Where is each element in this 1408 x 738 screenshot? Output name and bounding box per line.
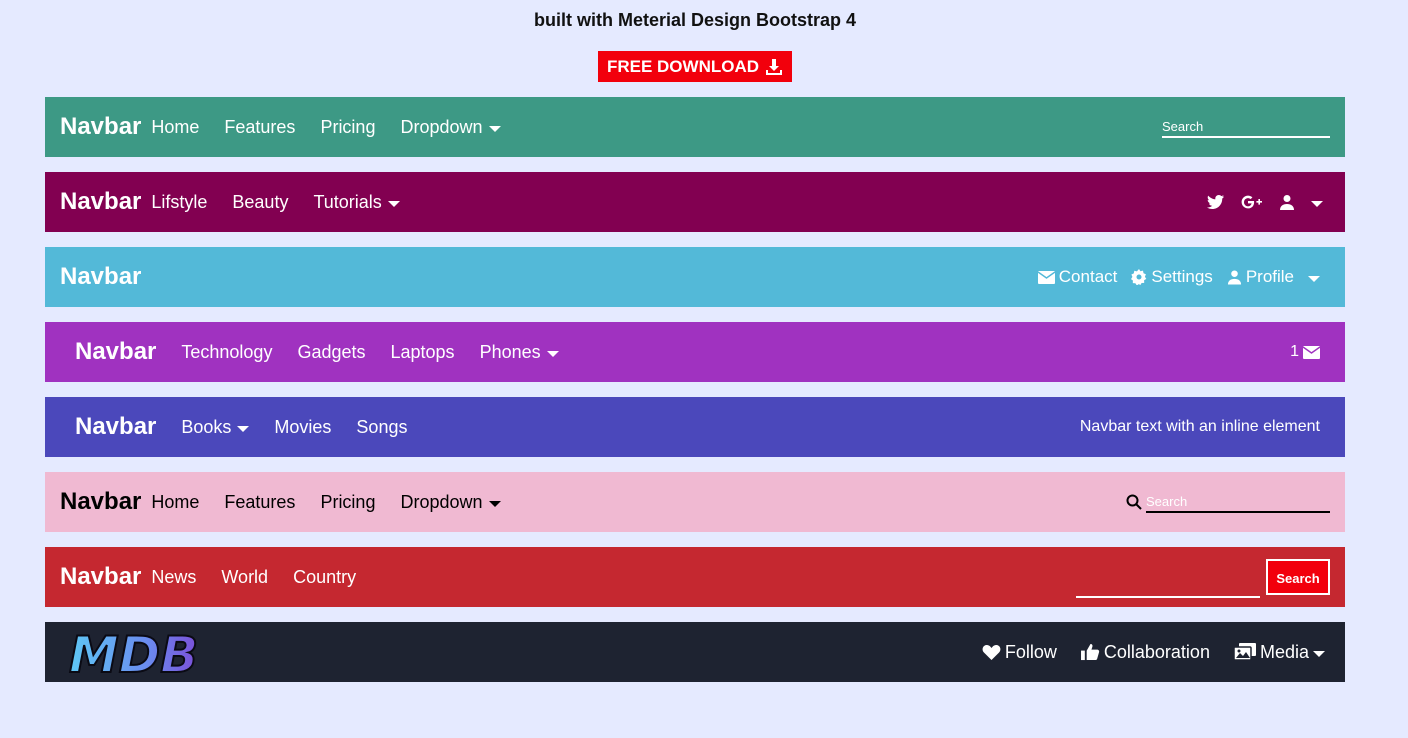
media-label: Media xyxy=(1259,641,1309,662)
envelope-icon xyxy=(1037,270,1055,284)
envelope-icon[interactable] xyxy=(1303,345,1320,359)
follow-label: Follow xyxy=(1004,641,1057,662)
navbar-brand[interactable]: Navbar xyxy=(60,188,141,216)
collaboration-label: Collaboration xyxy=(1103,641,1210,662)
nav-item-movies[interactable]: Movies xyxy=(274,417,331,438)
nav-item-collaboration[interactable]: Collaboration xyxy=(1080,641,1210,663)
settings-label: Settings xyxy=(1151,267,1213,286)
mdb-logo[interactable]: MDB xyxy=(67,626,207,678)
nav-item-features[interactable]: Features xyxy=(224,117,295,138)
search-button[interactable]: Search xyxy=(1266,559,1330,595)
heart-icon xyxy=(982,644,1001,661)
nav-item-laptops[interactable]: Laptops xyxy=(391,342,455,363)
navbar-brand[interactable]: Navbar xyxy=(60,263,141,291)
user-icon[interactable] xyxy=(1279,194,1295,210)
nav-item-tutorials[interactable]: Tutorials xyxy=(313,191,400,213)
nav-item-media[interactable]: Media xyxy=(1233,641,1325,663)
contact-label: Contact xyxy=(1058,267,1118,286)
free-download-button[interactable]: FREE DOWNLOAD xyxy=(598,51,792,82)
tutorials-label: Tutorials xyxy=(313,191,382,212)
nav-item-profile[interactable]: Profile xyxy=(1227,267,1320,287)
caret-down-icon xyxy=(488,126,501,132)
search-input[interactable] xyxy=(1146,491,1330,513)
mail-count: 1 xyxy=(1290,343,1299,360)
nav-item-news[interactable]: News xyxy=(151,567,196,588)
dropdown-label: Dropdown xyxy=(400,491,483,512)
caret-down-icon xyxy=(488,501,501,507)
nav-item-beauty[interactable]: Beauty xyxy=(232,192,288,213)
nav-item-home[interactable]: Home xyxy=(151,117,199,138)
thumbs-up-icon xyxy=(1080,643,1100,661)
navbar-text: Navbar text with an inline element xyxy=(1079,418,1320,435)
caret-down-icon xyxy=(546,351,559,357)
navbar-dark: MDB Follow Collaboration Media xyxy=(45,622,1345,682)
dropdown-label: Dropdown xyxy=(400,116,483,137)
nav-item-technology[interactable]: Technology xyxy=(181,342,272,363)
navbar-maroon: Navbar Lifstyle Beauty Tutorials xyxy=(45,172,1345,232)
nav-item-home[interactable]: Home xyxy=(151,492,199,513)
nav-item-books[interactable]: Books xyxy=(181,416,250,438)
nav-item-contact[interactable]: Contact xyxy=(1037,267,1118,287)
nav-item-lifestyle[interactable]: Lifstyle xyxy=(151,192,207,213)
nav-item-settings[interactable]: Settings xyxy=(1131,267,1213,287)
gear-icon xyxy=(1131,269,1147,285)
navbar-purple: Navbar Technology Gadgets Laptops Phones… xyxy=(45,322,1345,382)
search-input[interactable] xyxy=(1162,116,1330,138)
navbar-brand[interactable]: Navbar xyxy=(60,488,141,516)
user-icon xyxy=(1227,269,1242,285)
nav-item-gadgets[interactable]: Gadgets xyxy=(297,342,365,363)
phones-label: Phones xyxy=(479,341,541,362)
profile-label: Profile xyxy=(1245,267,1294,286)
nav-item-dropdown[interactable]: Dropdown xyxy=(400,116,501,138)
caret-down-icon xyxy=(387,201,400,207)
google-plus-icon[interactable] xyxy=(1241,194,1263,210)
books-label: Books xyxy=(181,416,232,437)
nav-item-world[interactable]: World xyxy=(221,567,268,588)
nav-item-follow[interactable]: Follow xyxy=(982,642,1057,663)
navbar-light-blue: Navbar Contact Settings Profile xyxy=(45,247,1345,307)
navbar-indigo: Navbar Books Movies Songs Navbar text wi… xyxy=(45,397,1345,457)
navbar-brand[interactable]: Navbar xyxy=(75,413,156,441)
caret-down-icon xyxy=(1308,276,1320,282)
navbar-brand[interactable]: Navbar xyxy=(60,113,141,141)
mdb-logo-text: MDB xyxy=(69,626,198,678)
navbar-red: Navbar News World Country Search xyxy=(45,547,1345,607)
nav-item-songs[interactable]: Songs xyxy=(356,417,407,438)
search-input[interactable] xyxy=(1076,564,1260,598)
nav-item-pricing[interactable]: Pricing xyxy=(320,492,375,513)
twitter-icon[interactable] xyxy=(1207,194,1225,210)
caret-down-icon xyxy=(1313,651,1325,657)
nav-item-country[interactable]: Country xyxy=(293,567,356,588)
nav-item-pricing[interactable]: Pricing xyxy=(320,117,375,138)
images-icon xyxy=(1233,643,1256,661)
page-title: built with Meterial Design Bootstrap 4 xyxy=(533,10,857,30)
search-icon xyxy=(1126,494,1142,510)
navbar-brand[interactable]: Navbar xyxy=(60,563,141,591)
navbar-brand[interactable]: Navbar xyxy=(75,338,156,366)
nav-item-phones[interactable]: Phones xyxy=(480,342,559,363)
nav-item-features[interactable]: Features xyxy=(224,492,295,513)
caret-down-icon xyxy=(237,426,250,432)
navbar-pink: Navbar Home Features Pricing Dropdown xyxy=(45,472,1345,532)
download-icon xyxy=(765,58,783,76)
chevron-down-icon[interactable] xyxy=(1311,201,1323,207)
nav-item-dropdown[interactable]: Dropdown xyxy=(400,491,501,513)
navbar-teal: Navbar Home Features Pricing Dropdown xyxy=(45,97,1345,157)
download-label: FREE DOWNLOAD xyxy=(606,56,760,76)
